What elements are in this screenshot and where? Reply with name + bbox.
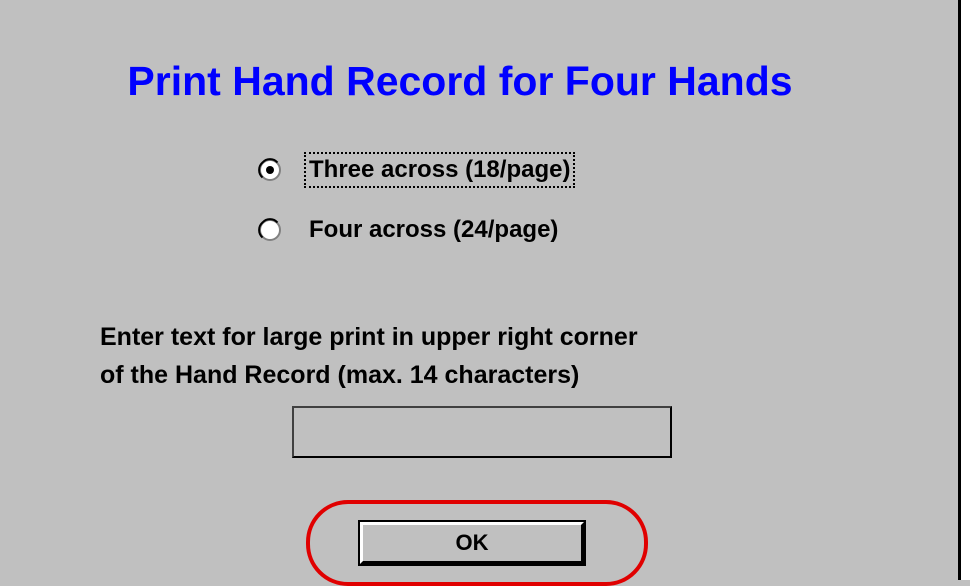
corner-text-prompt: Enter text for large print in upper righ… [100,318,638,394]
print-hand-record-dialog: Print Hand Record for Four Hands Three a… [0,0,958,586]
prompt-line-1: Enter text for large print in upper righ… [100,323,638,351]
radio-selected-icon[interactable] [258,158,282,182]
corner-text-input[interactable] [292,406,672,458]
radio-option-three-across[interactable]: Three across (18/page) [258,152,576,188]
radio-option-four-across[interactable]: Four across (24/page) [258,212,563,248]
prompt-line-2: of the Hand Record (max. 14 characters) [100,361,580,389]
radio-label-three-across[interactable]: Three across (18/page) [304,152,576,188]
radio-unselected-icon[interactable] [258,218,282,242]
window-right-edge [958,0,970,580]
ok-button[interactable]: OK [358,520,586,566]
dialog-title: Print Hand Record for Four Hands [127,58,793,104]
radio-label-four-across[interactable]: Four across (24/page) [304,212,563,248]
